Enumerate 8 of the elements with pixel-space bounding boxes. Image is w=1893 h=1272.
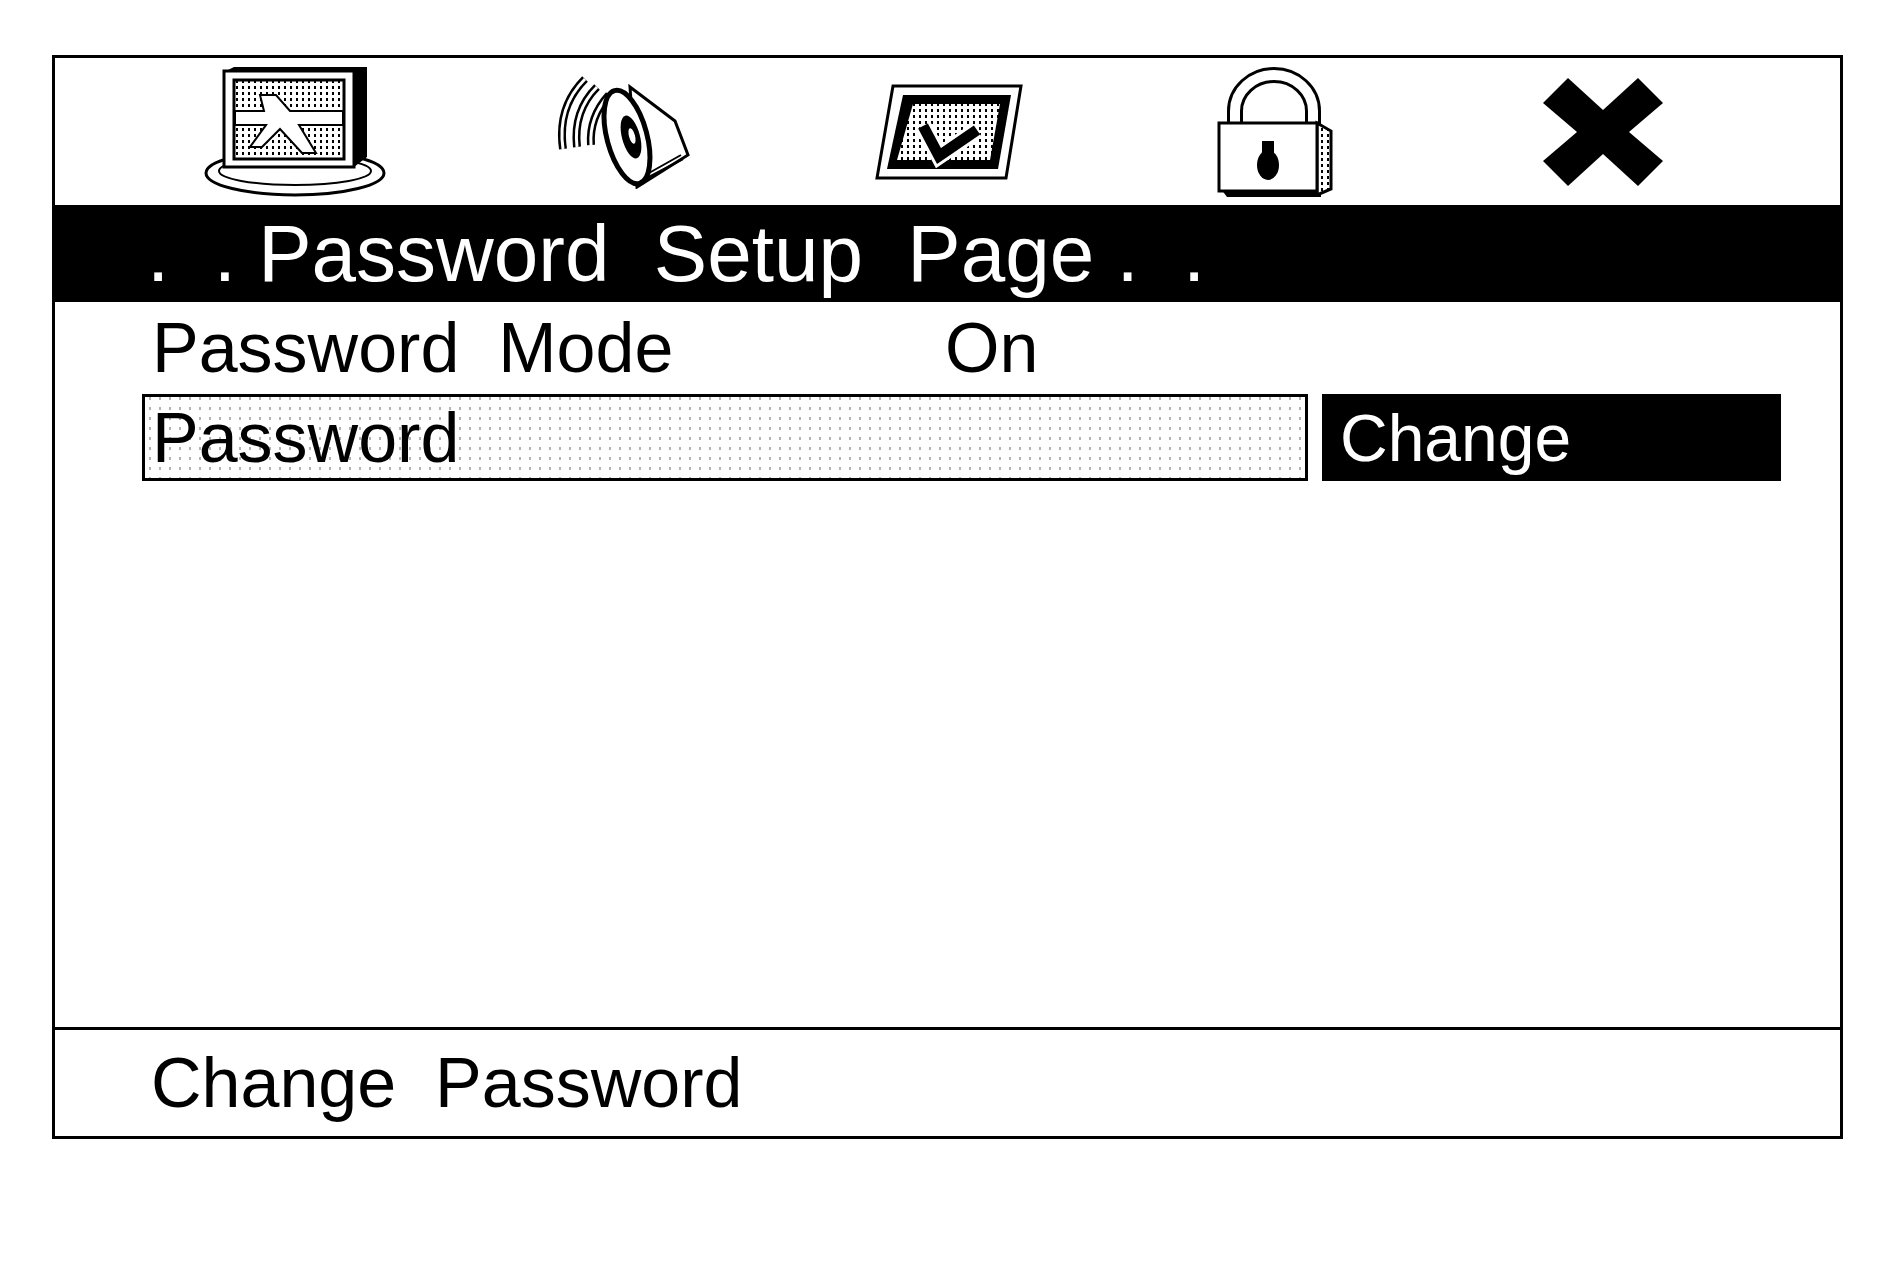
menu-item[interactable]: Password Mode	[142, 310, 684, 386]
menu-item[interactable]: Password	[142, 394, 1308, 481]
close-icon[interactable]	[1543, 77, 1663, 186]
setting-value: On	[945, 313, 1039, 383]
change-button[interactable]: Change	[1322, 394, 1781, 481]
monitor-icon[interactable]	[204, 66, 386, 197]
checkmark-icon[interactable]	[875, 83, 1023, 180]
lock-icon[interactable]	[1217, 66, 1335, 197]
